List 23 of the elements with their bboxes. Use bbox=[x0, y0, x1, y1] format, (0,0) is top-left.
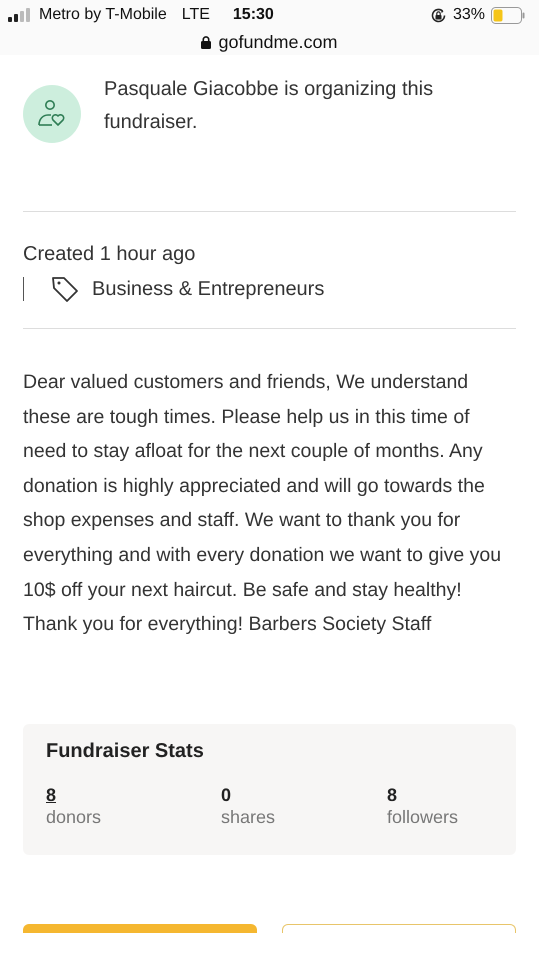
organizer-text: Pasquale Giacobbe is organizing this fundraiser. bbox=[104, 77, 434, 135]
stat-link[interactable]: 8 bbox=[46, 784, 56, 805]
stats-title: Fundraiser Stats bbox=[46, 740, 205, 763]
battery-percent: 33% bbox=[452, 6, 485, 24]
battery-icon bbox=[491, 6, 525, 24]
clock-time: 15:30 bbox=[232, 6, 274, 24]
stat-label: donors bbox=[46, 806, 102, 829]
address-url[interactable]: gofundme.com bbox=[218, 32, 338, 53]
primary-button[interactable] bbox=[23, 924, 257, 933]
stat-value: 0 bbox=[221, 784, 232, 805]
carrier-name: Metro by T-Mobile bbox=[39, 6, 167, 24]
created-time: Created 1 hour ago bbox=[23, 242, 196, 267]
network-type: LTE bbox=[182, 6, 210, 24]
stat-label: shares bbox=[221, 806, 276, 829]
stat-label: followers bbox=[387, 806, 458, 829]
category-link[interactable]: Business & Entrepreneurs bbox=[92, 278, 324, 300]
organizer-icon bbox=[23, 85, 81, 143]
tag-icon bbox=[50, 274, 80, 304]
rotation-lock-icon bbox=[430, 6, 447, 24]
secondary-button[interactable] bbox=[282, 924, 516, 933]
lock-icon bbox=[201, 36, 212, 49]
stat-value: 8 bbox=[387, 784, 398, 805]
story-text: Dear valued customers and friends, We understand these are tough times. Please help us in this time of need to stay afloat for the next couple of months. Any donation is highly appreciated and will go towards the shop expenses and staff. We want to thank you for everything and with every donation we want to give you 10$ off your next haircut. Be safe and stay healthy! Thank you for everything! Barbers Society Staff bbox=[23, 370, 502, 638]
